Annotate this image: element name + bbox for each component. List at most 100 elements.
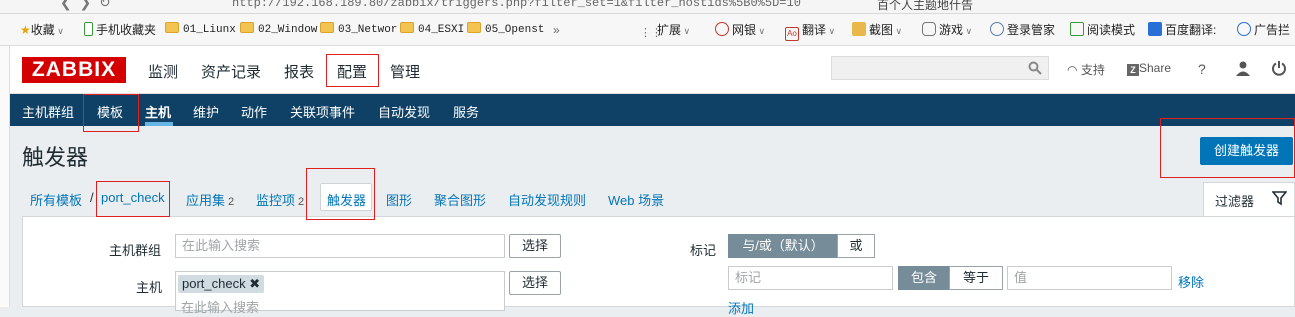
tab-items[interactable]: 监控项 2 (256, 190, 304, 209)
subnav-active-indicator (145, 122, 173, 126)
zabbix-logo[interactable]: ZABBIX (22, 57, 126, 83)
applications-count: 2 (228, 196, 235, 208)
folder-icon (240, 22, 254, 33)
template-tabs: 所有模板 / port_check 应用集 2 监控项 2 触发器 图形 聚合图形 … (10, 180, 1295, 216)
tool-adblock[interactable]: 广告拦 (1237, 22, 1290, 38)
tool-reading-mode[interactable]: 阅读模式 (1070, 22, 1135, 38)
annotation-box-triggers-tab (306, 168, 375, 220)
bookmarks-overflow[interactable]: » (553, 22, 560, 38)
headset-icon: ◠ (1067, 63, 1078, 77)
share-link[interactable]: Z Share (1127, 61, 1171, 76)
tool-translate[interactable]: Ao 翻译 ∨ (785, 22, 835, 41)
tool-login-manager[interactable]: 登录管家 (990, 22, 1055, 38)
bookmark-folder-4[interactable]: 04_ESXI (400, 22, 464, 38)
bank-icon (715, 22, 729, 36)
phone-icon (84, 22, 93, 36)
host-chip-label: port_check (182, 276, 246, 291)
folder-icon (165, 22, 179, 33)
subnav-correlation[interactable]: 关联项事件 (290, 102, 355, 121)
power-icon[interactable] (1271, 60, 1287, 76)
filter-icon (1272, 191, 1287, 206)
subnav-hostgroups[interactable]: 主机群组 (22, 102, 74, 121)
browser-side-strip (0, 46, 10, 307)
tag-equals-option[interactable]: 等于 (949, 266, 1003, 290)
tags-or-option[interactable]: 或 (837, 234, 875, 258)
tab-title: 百个人主题地什告 (877, 0, 974, 12)
configuration-subnav: 主机群组 模板 主机 维护 动作 关联项事件 自动发现 服务 (10, 94, 1295, 126)
tab-applications[interactable]: 应用集 2 (186, 190, 234, 209)
subnav-services[interactable]: 服务 (453, 102, 479, 121)
bookmark-folder-2[interactable]: 02_Window (240, 22, 317, 38)
page-title: 触发器 (22, 145, 89, 170)
items-count: 2 (298, 196, 305, 208)
tool-extensions[interactable]: ⋮⋮扩展 ∨ (640, 22, 690, 39)
subnav-hosts[interactable]: 主机 (145, 102, 171, 121)
nav-monitoring[interactable]: 监测 (148, 61, 178, 82)
folder-icon (400, 22, 414, 33)
screenshot-icon (852, 22, 866, 36)
nav-reports[interactable]: 报表 (284, 61, 314, 82)
tab-all-templates[interactable]: 所有模板 (30, 190, 82, 209)
tool-bank[interactable]: 网银 ∨ (715, 22, 765, 38)
folder-icon (320, 22, 334, 33)
tab-web-scenarios[interactable]: Web 场景 (608, 190, 664, 209)
tool-games[interactable]: 游戏 ∨ (922, 22, 972, 38)
tag-contains-option[interactable]: 包含 (898, 266, 950, 290)
tag-name-input[interactable]: 标记 (728, 266, 893, 290)
remove-chip-icon[interactable]: ✖ (249, 276, 260, 291)
star-icon: ★ (20, 23, 31, 37)
filter-toggle[interactable]: 过滤器 (1203, 182, 1295, 216)
translate-icon: Ao (785, 27, 799, 41)
hostgroup-label: 主机群组 (109, 243, 162, 258)
gamepad-icon (922, 22, 936, 36)
annotation-box-template-name (96, 181, 170, 217)
bookmark-folder-5[interactable]: 05_Openst (467, 22, 544, 38)
nav-administration[interactable]: 管理 (390, 61, 420, 82)
tool-screenshot[interactable]: 截图 ∨ (852, 22, 902, 38)
adblock-icon (1237, 22, 1251, 36)
baidu-translate-icon (1148, 22, 1162, 36)
help-icon[interactable]: ? (1198, 61, 1206, 77)
host-select-button[interactable]: 选择 (509, 271, 561, 295)
tab-discovery-rules[interactable]: 自动发现规则 (508, 190, 586, 209)
support-link[interactable]: ◠ 支持 (1067, 61, 1105, 78)
host-chip: port_check ✖ (178, 275, 265, 293)
tab-screens[interactable]: 聚合图形 (434, 190, 486, 209)
bookmark-favorites[interactable]: ★收藏 ∨ (20, 22, 64, 38)
tag-value-input[interactable]: 值 (1007, 266, 1172, 290)
annotation-box-templates (83, 94, 139, 132)
bookmarks-bar: ★收藏 ∨ 手机收藏夹 01_Liunx 02_Window 03_Networ… (0, 14, 1295, 46)
tag-add-link[interactable]: 添加 (728, 298, 754, 317)
grid-icon: ⋮⋮ (640, 27, 662, 39)
book-icon (1070, 22, 1084, 36)
hostgroup-search-input[interactable]: 在此输入搜索 (175, 234, 505, 258)
zabbix-header: ZABBIX 监测 资产记录 报表 配置 管理 ◠ 支持 Z Share ? (10, 46, 1295, 94)
search-icon[interactable] (1028, 61, 1042, 75)
bookmark-folder-3[interactable]: 03_Networ (320, 22, 397, 38)
tags-label: 标记 (690, 243, 717, 258)
browser-address-bar: ❮ ❯ ↻ http://192.168.189.80/zabbix/trigg… (0, 0, 1295, 14)
key-icon (990, 22, 1004, 36)
url-text[interactable]: http://192.168.189.80/zabbix/triggers.ph… (232, 0, 801, 10)
tag-remove-link[interactable]: 移除 (1178, 272, 1204, 291)
annotation-box-configuration (326, 54, 379, 87)
browser-nav-icons[interactable]: ❮ ❯ ↻ (60, 0, 111, 11)
tags-andor-option[interactable]: 与/或（默认） (728, 234, 838, 258)
host-label: 主机 (136, 280, 163, 295)
global-search-input[interactable] (831, 56, 1049, 80)
subnav-discovery[interactable]: 自动发现 (378, 102, 430, 121)
annotation-box-create-trigger (1160, 118, 1295, 178)
breadcrumb-separator: / (90, 190, 94, 205)
tab-graphs[interactable]: 图形 (386, 190, 412, 209)
tool-baidu-translate[interactable]: 百度翻译: (1148, 22, 1216, 38)
bookmark-folder-1[interactable]: 01_Liunx (165, 22, 236, 38)
filter-label: 过滤器 (1215, 194, 1255, 209)
hostgroup-select-button[interactable]: 选择 (509, 234, 561, 258)
user-profile-icon[interactable] (1235, 60, 1251, 76)
nav-inventory[interactable]: 资产记录 (201, 61, 261, 82)
share-icon: Z (1127, 64, 1139, 76)
subnav-actions[interactable]: 动作 (241, 102, 267, 121)
bookmark-mobile[interactable]: 手机收藏夹 (84, 22, 156, 38)
folder-icon (467, 22, 481, 33)
subnav-maintenance[interactable]: 维护 (193, 102, 219, 121)
